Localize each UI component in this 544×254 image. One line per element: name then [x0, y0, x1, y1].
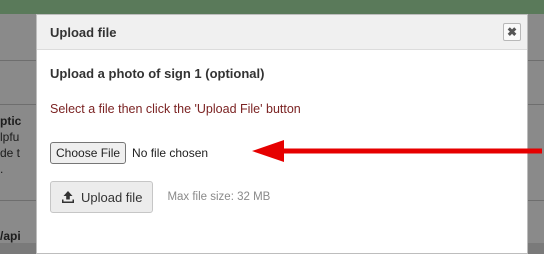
modal-header: Upload file ✖ [37, 15, 527, 50]
background-text: lpfu [0, 130, 20, 144]
no-file-chosen-text: No file chosen [132, 146, 209, 160]
file-input-row: Choose File No file chosen [50, 142, 208, 164]
upload-button-label: Upload file [81, 189, 143, 205]
upload-heading: Upload a photo of sign 1 (optional) [50, 66, 265, 81]
modal-title: Upload file [50, 25, 117, 40]
upload-file-modal: Upload file ✖ Upload a photo of sign 1 (… [36, 14, 528, 254]
upload-row: Upload file Max file size: 32 MB [50, 181, 270, 213]
upload-file-button[interactable]: Upload file [50, 181, 154, 213]
choose-file-button[interactable]: Choose File [50, 142, 127, 164]
close-icon: ✖ [506, 25, 518, 39]
upload-instruction: Select a file then click the 'Upload Fil… [50, 102, 301, 116]
red-arrow-annotation [252, 140, 542, 162]
background-text: ptic [0, 114, 22, 128]
background-topbar [0, 0, 544, 14]
background-text: . [0, 162, 4, 176]
background-text: de t [0, 146, 21, 160]
close-button[interactable]: ✖ [503, 23, 521, 41]
background-text: /api [0, 229, 21, 243]
max-file-size-text: Max file size: 32 MB [167, 191, 271, 203]
upload-icon [62, 191, 74, 203]
